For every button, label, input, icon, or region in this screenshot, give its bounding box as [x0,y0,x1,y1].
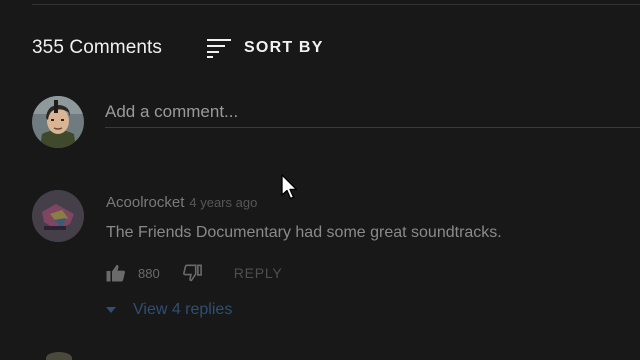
comment-timestamp[interactable]: 4 years ago [189,195,257,210]
chevron-down-icon [106,306,116,313]
user-avatar[interactable] [32,96,84,148]
sort-icon [207,39,232,58]
comments-page: 355 Comments SORT BY Add a comment... Ac… [0,0,640,360]
add-comment-input[interactable] [105,96,640,128]
like-count: 880 [138,265,160,281]
comment-item: Acoolrocket 4 years ago The Friends Docu… [32,190,640,325]
comment-actions: 880 REPLY [106,262,283,284]
reply-button[interactable]: REPLY [234,265,283,281]
comments-header: 355 Comments SORT BY [32,33,324,63]
thumbs-up-icon[interactable] [106,264,126,282]
comment-body: Acoolrocket 4 years ago The Friends Docu… [106,194,626,242]
comment-author[interactable]: Acoolrocket [106,194,184,211]
commenter-avatar-image [32,190,84,242]
user-avatar-image [32,96,84,148]
comment-text: The Friends Documentary had some great s… [106,224,502,241]
next-comment-avatar[interactable] [46,352,72,360]
thumbs-down-icon[interactable] [182,264,202,282]
sort-by-label: SORT BY [244,39,324,56]
comment-meta: Acoolrocket 4 years ago [106,194,626,214]
add-comment-row [32,96,640,148]
comment-count: 355 Comments [32,37,163,58]
commenter-avatar[interactable] [32,190,84,242]
view-replies-button[interactable]: View 4 replies [106,301,232,319]
sort-by-button[interactable]: SORT BY [206,38,324,58]
view-replies-label: View 4 replies [133,301,233,318]
top-divider [32,4,640,5]
